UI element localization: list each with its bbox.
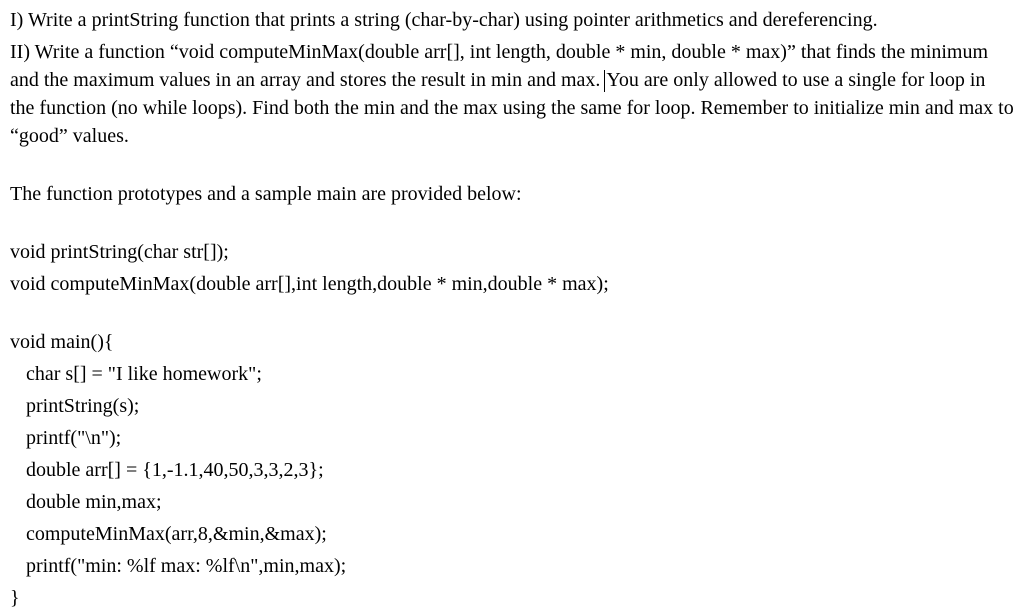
- prototype-2-text: void computeMinMax(double arr[],int leng…: [10, 273, 609, 295]
- code-line-1: void main(){: [10, 328, 1014, 356]
- code-line-6: double min,max;: [10, 488, 1014, 516]
- blank-line: [10, 154, 1014, 180]
- code-line-8: printf("min: %lf max: %lf\n",min,max);: [10, 552, 1014, 580]
- code-line-1-text: void main(){: [10, 331, 113, 353]
- blank-line: [10, 302, 1014, 328]
- prototype-1-text: void printString(char str[]);: [10, 241, 229, 263]
- code-line-7-text: computeMinMax(arr,8,&min,&max);: [26, 523, 327, 545]
- problem-2: II) Write a function “void computeMinMax…: [10, 38, 1014, 150]
- document-body: I) Write a printString function that pri…: [10, 6, 1014, 612]
- code-line-2-text: char s[] = "I like homework";: [26, 363, 262, 385]
- prototype-1: void printString(char str[]);: [10, 238, 1014, 266]
- prototypes-intro-text: The function prototypes and a sample mai…: [10, 183, 522, 205]
- code-line-6-text: double min,max;: [26, 491, 162, 513]
- code-line-3-text: printString(s);: [26, 395, 139, 417]
- problem-1: I) Write a printString function that pri…: [10, 6, 1014, 34]
- code-line-4-text: printf("\n");: [26, 427, 121, 449]
- code-line-7: computeMinMax(arr,8,&min,&max);: [10, 520, 1014, 548]
- code-line-3: printString(s);: [10, 392, 1014, 420]
- code-line-8-text: printf("min: %lf max: %lf\n",min,max);: [26, 555, 346, 577]
- problem-1-text: I) Write a printString function that pri…: [10, 9, 878, 31]
- code-line-4: printf("\n");: [10, 424, 1014, 452]
- code-line-9: }: [10, 584, 1014, 612]
- code-line-9-text: }: [10, 587, 20, 609]
- prototypes-intro: The function prototypes and a sample mai…: [10, 180, 1014, 208]
- code-line-2: char s[] = "I like homework";: [10, 360, 1014, 388]
- code-line-5-text: double arr[] = {1,-1.1,40,50,3,3,2,3};: [26, 459, 324, 481]
- prototype-2: void computeMinMax(double arr[],int leng…: [10, 270, 1014, 298]
- code-line-5: double arr[] = {1,-1.1,40,50,3,3,2,3};: [10, 456, 1014, 484]
- blank-line: [10, 212, 1014, 238]
